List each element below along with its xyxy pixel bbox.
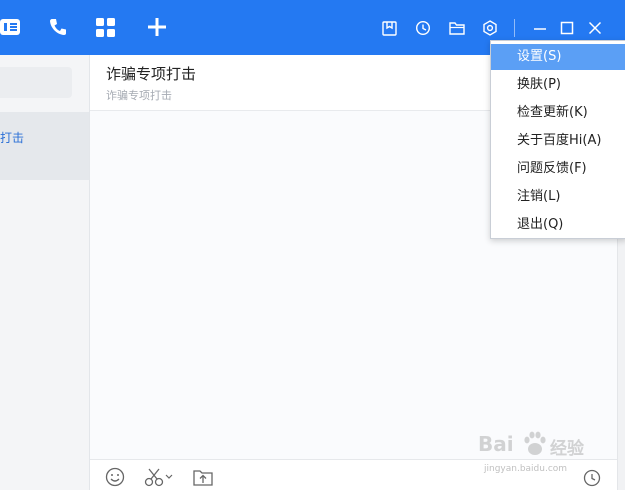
plus-icon[interactable] [145,15,169,39]
scissors-icon[interactable] [144,466,174,488]
menu-item-settings[interactable]: 设置(S) [491,44,625,70]
menu-item-label: 检查更新(K) [517,105,588,120]
settings-dropdown-menu: 设置(S) 换肤(P) 检查更新(K) 关于百度Hi(A) 问题反馈(F) 注销… [490,40,625,239]
menu-item-label: 退出(Q) [517,217,564,232]
history-icon[interactable] [414,19,432,37]
window-controls-divider [514,19,515,37]
menu-item-logout[interactable]: 注销(L) [491,184,625,210]
watermark-url: jingyan.baidu.com [484,464,568,474]
menu-item-skin[interactable]: 换肤(P) [491,72,625,98]
settings-hex-icon[interactable] [481,19,499,37]
notes-icon[interactable] [380,19,398,37]
baidu-jingyan-watermark: Bai 经验 jingyan.baidu.com [478,426,598,481]
chat-title: 诈骗专项打击 [106,65,197,83]
menu-item-check-update[interactable]: 检查更新(K) [491,100,625,126]
watermark-text-cn: 经验 [550,439,584,459]
sidebar-item-conversation[interactable]: 打击 [0,112,89,180]
paw-icon [522,430,548,462]
sidebar-item-label: 打击 [0,131,25,145]
menu-item-label: 问题反馈(F) [517,161,587,176]
apps-grid-icon[interactable] [93,15,117,39]
close-icon[interactable] [586,19,604,37]
menu-item-label: 注销(L) [517,189,561,204]
minimize-icon[interactable] [531,19,549,37]
contacts-icon[interactable] [0,14,22,40]
menu-item-exit[interactable]: 退出(Q) [491,212,625,238]
menu-item-feedback[interactable]: 问题反馈(F) [491,156,625,182]
search-input[interactable] [0,67,72,98]
chat-subtitle: 诈骗专项打击 [106,89,172,102]
maximize-icon[interactable] [558,19,576,37]
emoji-icon[interactable] [104,466,126,488]
menu-item-label: 设置(S) [517,49,562,64]
watermark-text: Bai [478,432,514,456]
upload-folder-icon[interactable] [192,467,214,487]
folder-icon[interactable] [448,19,466,37]
menu-item-label: 关于百度Hi(A) [517,133,602,148]
conversation-sidebar: 打击 [0,55,90,490]
menu-item-label: 换肤(P) [517,77,561,92]
menu-item-about[interactable]: 关于百度Hi(A) [491,128,625,154]
phone-icon[interactable] [46,14,70,40]
